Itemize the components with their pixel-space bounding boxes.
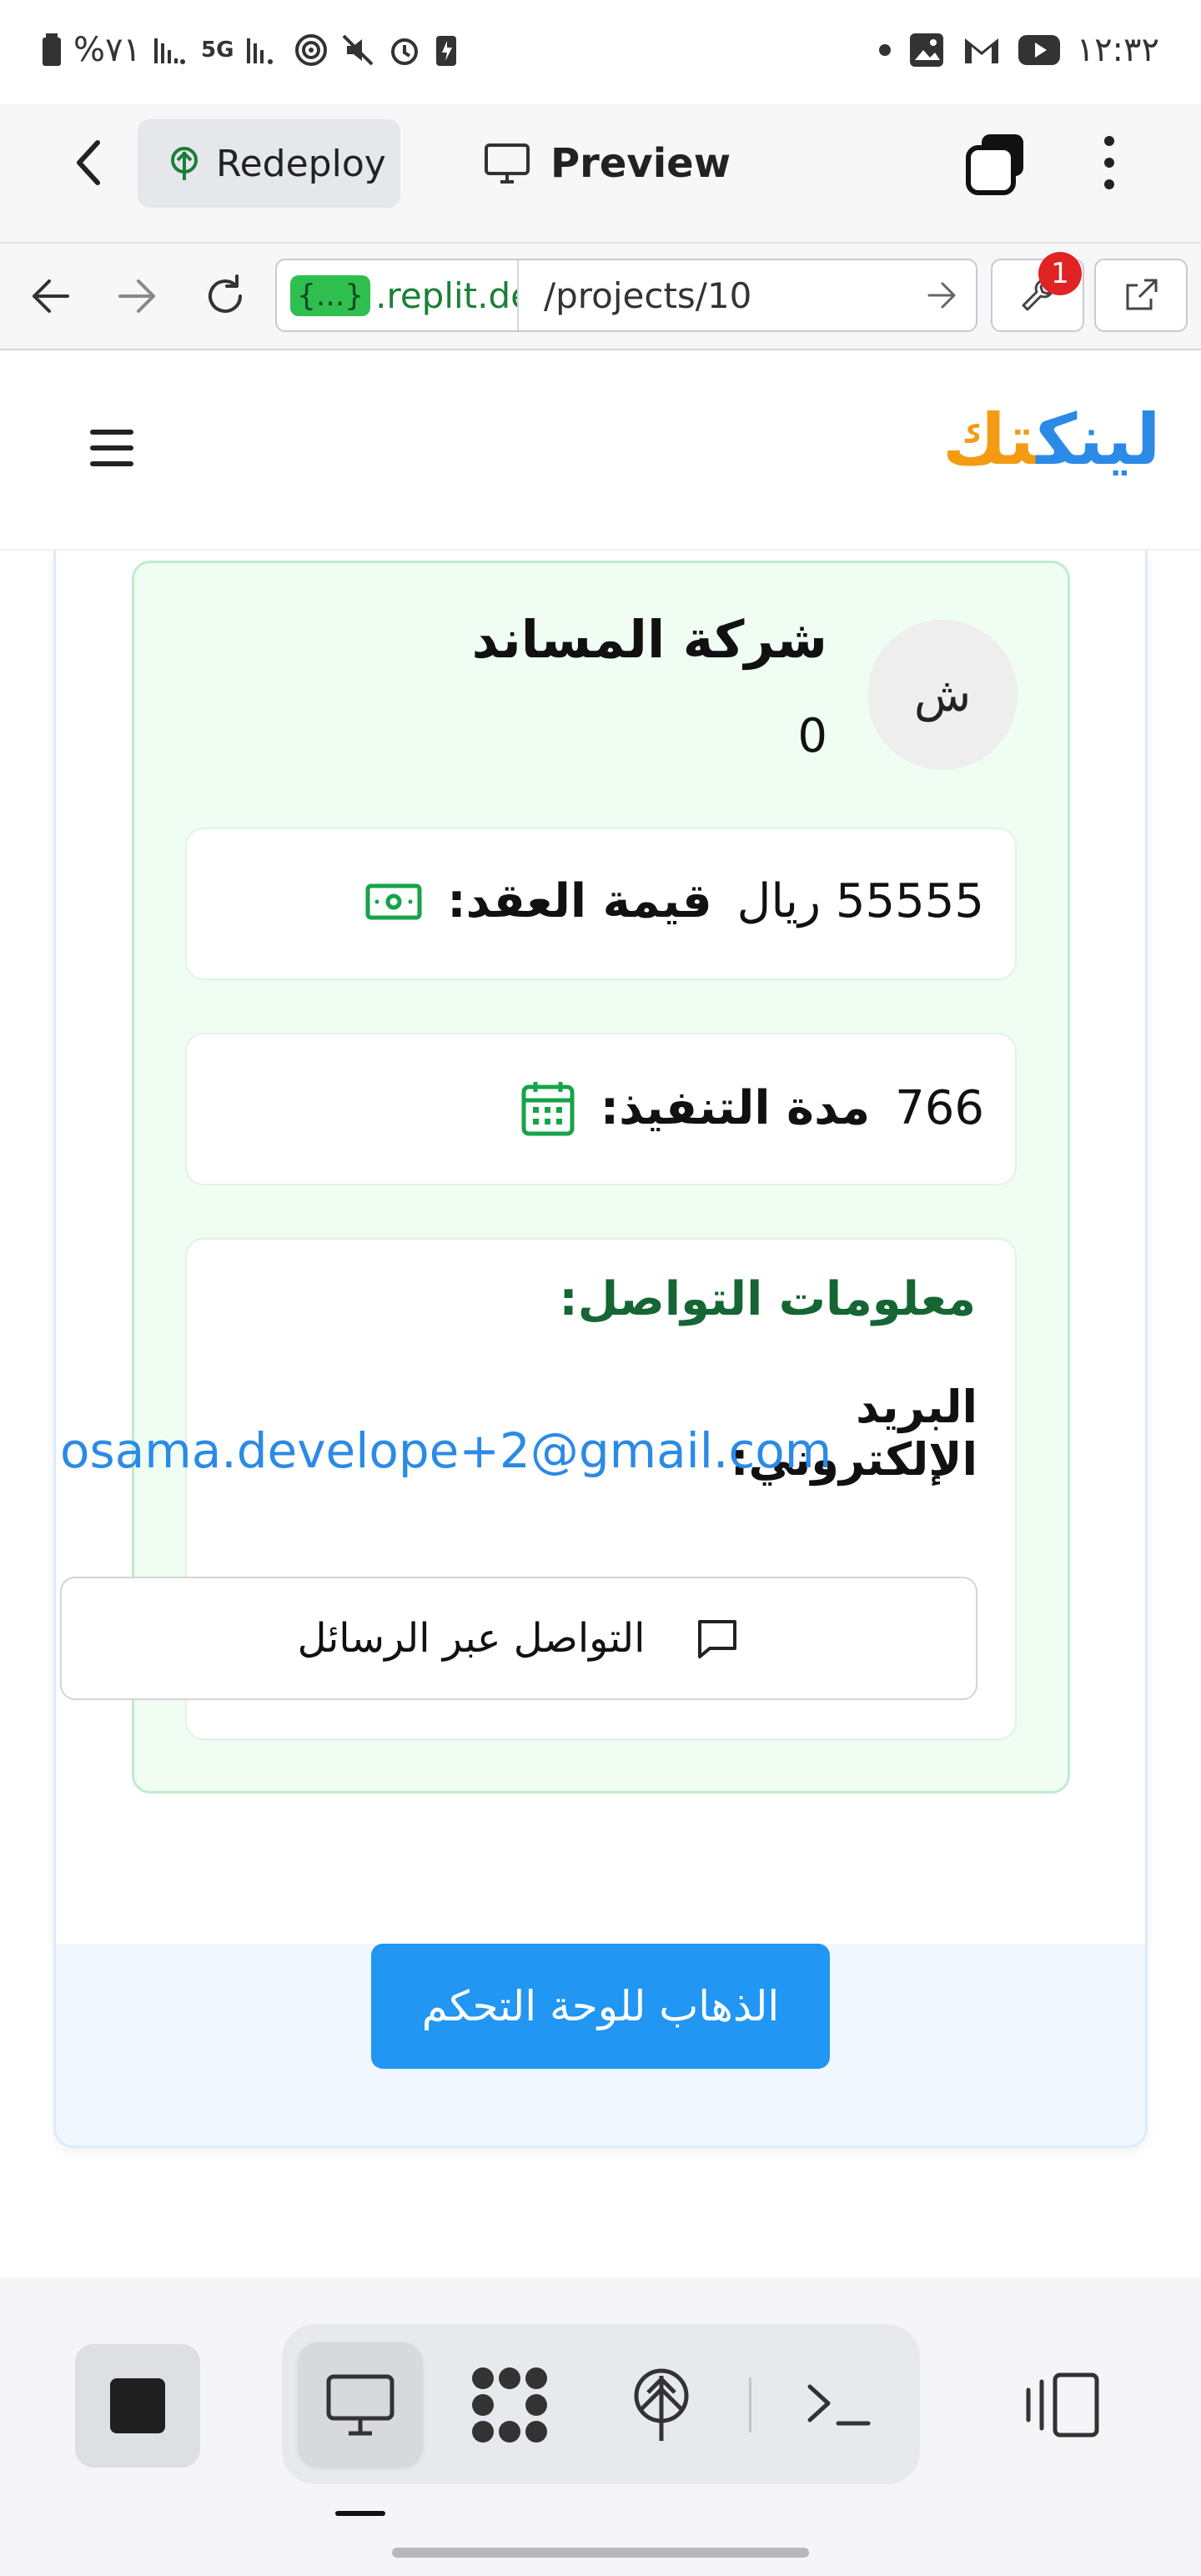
notification-badge: 1	[1038, 252, 1082, 295]
external-link-icon	[1126, 279, 1158, 310]
flower-grid-icon	[472, 2367, 547, 2443]
kebab-dot	[1104, 136, 1114, 146]
battery-level: %٧١	[73, 31, 141, 69]
logo-part-1: لينك	[1036, 399, 1161, 480]
message-icon	[695, 1617, 740, 1660]
deploy-icon	[634, 2368, 689, 2441]
stop-icon	[110, 2378, 165, 2433]
status-bar-right: ١٢:٣٢	[878, 25, 1159, 75]
monitor-icon	[484, 143, 530, 184]
panel-toggle-button[interactable]	[1016, 2359, 1108, 2451]
stop-button[interactable]	[75, 2344, 200, 2468]
kebab-dot	[1104, 158, 1114, 168]
url-domain: .replit.de	[375, 274, 519, 316]
monitor-icon	[326, 2374, 394, 2436]
preview-tool-button[interactable]	[314, 2359, 406, 2451]
arrow-left-icon	[33, 279, 69, 313]
email-link[interactable]: osama.develope+2@gmail.com	[60, 1422, 832, 1479]
tool-divider	[749, 2377, 751, 2433]
network-type: 5G	[200, 38, 234, 63]
more-options-button[interactable]	[1084, 125, 1134, 200]
contract-value-row: قيمة العقد: 55555 ريال	[365, 874, 984, 928]
contract-value: 55555 ريال	[736, 874, 984, 928]
signal-icon	[153, 35, 189, 65]
status-time: ١٢:٣٢	[1076, 31, 1159, 69]
go-to-dashboard-button[interactable]: الذهاب للوحة التحكم	[371, 1944, 830, 2069]
gallery-icon	[908, 32, 945, 68]
hamburger-menu-button[interactable]	[90, 430, 133, 466]
message-button-label: التواصل عبر الرسائل	[297, 1615, 646, 1662]
contact-info-title: معلومات التواصل:	[559, 1272, 976, 1326]
active-tab-indicator	[335, 2511, 385, 2516]
company-avatar: ش	[867, 620, 1018, 770]
signal-icon-2	[245, 35, 282, 65]
arrow-right-icon	[118, 279, 155, 313]
shell-tool-button[interactable]	[792, 2359, 884, 2451]
contract-value-label: قيمة العقد:	[447, 874, 712, 928]
agent-tool-button[interactable]	[464, 2359, 555, 2451]
preview-label: Preview	[550, 140, 731, 187]
go-button[interactable]	[909, 280, 976, 310]
reload-button[interactable]	[196, 267, 254, 325]
side-panel-icon	[1026, 2372, 1099, 2438]
deploy-tool-button[interactable]	[616, 2359, 707, 2451]
duration-value: 766	[895, 1080, 984, 1135]
company-count: 0	[797, 709, 827, 763]
home-gesture-handle[interactable]	[392, 2548, 809, 2558]
browser-forward-button[interactable]	[108, 267, 167, 325]
money-icon	[365, 883, 422, 920]
youtube-icon	[1018, 35, 1060, 65]
back-button[interactable]	[58, 133, 117, 192]
arrow-right-icon	[927, 282, 956, 309]
url-domain-field[interactable]: {...} .replit.de	[277, 260, 519, 330]
stacked-squares-icon	[966, 134, 1023, 195]
menu-line	[90, 461, 133, 466]
duration-row: مدة التنفيذ: 766	[520, 1079, 984, 1137]
url-badge: {...}	[290, 274, 371, 316]
calendar-icon	[520, 1079, 575, 1137]
alarm-icon	[387, 33, 422, 68]
menu-line	[90, 445, 133, 450]
hotspot-icon	[294, 33, 329, 68]
redeploy-label: Redeploy	[216, 142, 386, 185]
dot-icon	[878, 43, 892, 57]
message-contact-button[interactable]: التواصل عبر الرسائل	[60, 1577, 977, 1700]
terminal-icon	[807, 2384, 871, 2426]
logo-part-2: تك	[942, 399, 1037, 480]
preview-tab[interactable]: Preview	[484, 125, 731, 202]
url-path[interactable]: /projects/10	[519, 275, 909, 316]
tabs-switcher-button[interactable]	[963, 129, 1030, 196]
site-logo[interactable]: لينكتك	[942, 399, 1160, 491]
reload-icon	[209, 274, 242, 314]
redeploy-button[interactable]: Redeploy	[138, 119, 400, 208]
deploy-icon	[168, 145, 201, 182]
address-bar[interactable]: {...} .replit.de /projects/10	[275, 259, 977, 332]
gmail-icon	[962, 33, 1002, 67]
open-in-new-tab-button[interactable]	[1094, 259, 1188, 332]
kebab-dot	[1104, 179, 1114, 189]
chevron-left-icon	[77, 140, 100, 185]
company-name: شركة المساند	[471, 609, 827, 670]
mute-icon	[340, 33, 375, 68]
menu-line	[90, 430, 133, 435]
duration-label: مدة التنفيذ:	[600, 1080, 871, 1135]
battery-saver-icon	[434, 33, 459, 68]
browser-back-button[interactable]	[21, 267, 79, 325]
status-bar-left: %٧١ 5G	[42, 25, 459, 75]
battery-icon	[42, 33, 62, 67]
